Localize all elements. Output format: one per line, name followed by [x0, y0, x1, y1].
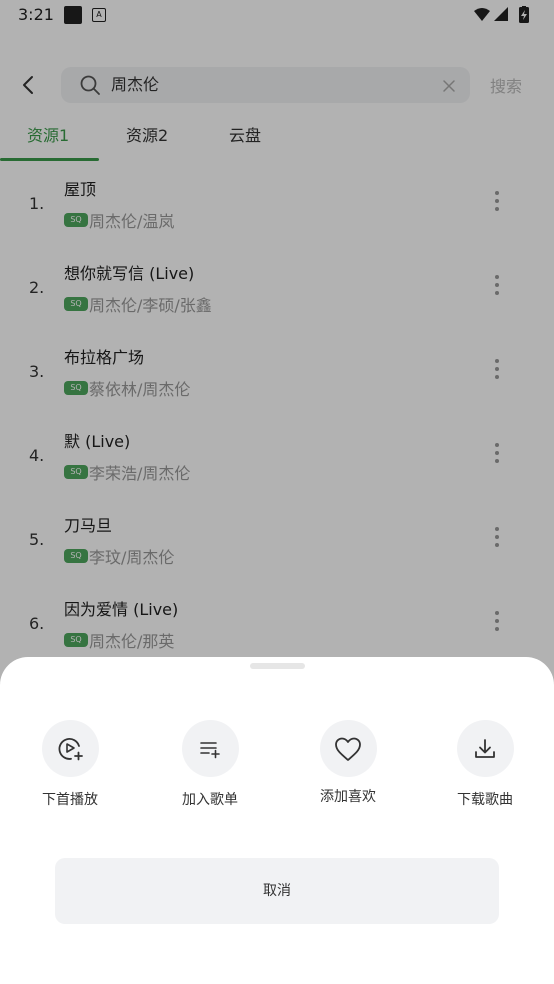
- play-next-label: 下首播放: [42, 792, 98, 808]
- heart-icon: [319, 720, 377, 777]
- add-to-playlist-label: 加入歌单: [182, 792, 238, 808]
- drag-handle[interactable]: [250, 663, 305, 669]
- play-next-button[interactable]: 下首播放: [15, 720, 125, 809]
- bottom-sheet: 下首播放 加入歌单 添加喜欢 下载歌曲 取消: [0, 657, 554, 984]
- add-to-playlist-button[interactable]: 加入歌单: [155, 720, 265, 809]
- download-label: 下载歌曲: [457, 792, 513, 808]
- download-icon: [456, 720, 514, 777]
- cancel-button[interactable]: 取消: [55, 858, 499, 924]
- add-favorite-label: 添加喜欢: [320, 789, 376, 805]
- download-button[interactable]: 下载歌曲: [430, 720, 540, 809]
- play-next-icon: [41, 720, 99, 777]
- add-favorite-button[interactable]: 添加喜欢: [293, 720, 403, 806]
- add-to-playlist-icon: [181, 720, 239, 777]
